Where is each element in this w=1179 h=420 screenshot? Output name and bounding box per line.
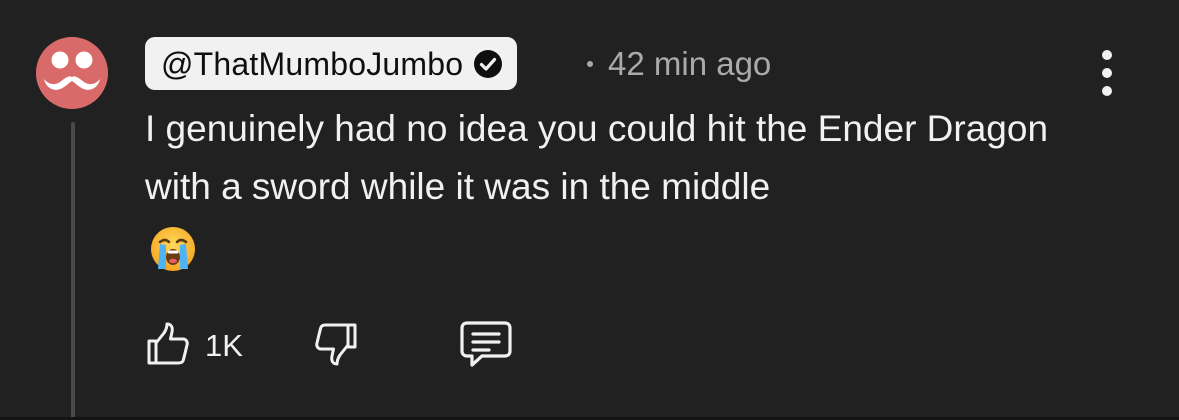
timestamp[interactable]: 42 min ago [608,45,771,83]
separator-dot [587,61,593,67]
comment-text: I genuinely had no idea you could hit th… [145,108,1049,207]
thread-line [71,122,75,420]
loudly-crying-emoji [149,225,197,273]
more-vertical-icon[interactable] [1090,50,1124,96]
author-name[interactable]: @ThatMumboJumbo [161,48,463,80]
like-count: 1K [205,328,243,363]
like-button[interactable]: 1K [145,318,243,374]
thumbs-down-icon [313,321,359,372]
comment-actions: 1K [145,318,545,374]
dislike-button[interactable] [313,318,359,374]
reply-comment-icon [458,319,514,374]
thumbs-up-icon [145,321,191,372]
reply-button[interactable] [458,318,514,374]
author-chip[interactable]: @ThatMumboJumbo [145,37,518,90]
comment-meta: 42 min ago [587,40,771,88]
mustache-avatar-icon[interactable] [36,37,108,109]
comment-item: @ThatMumboJumbo 42 min ago I genuinely h… [0,0,1179,420]
verified-check-icon [473,49,503,79]
